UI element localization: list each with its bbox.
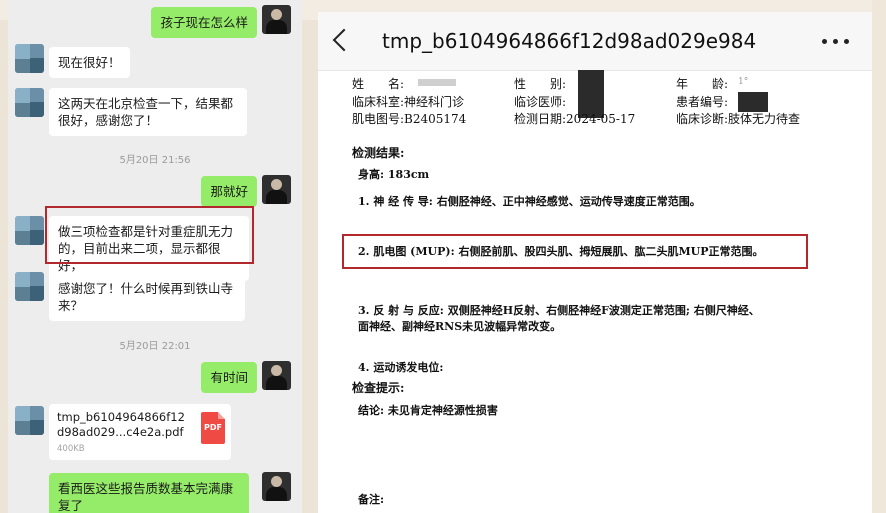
report-document[interactable]: 姓 名: 性 别: 年 龄: 1° 临床科室:神经科门诊 临诊医师: 患者编号:… xyxy=(318,70,872,513)
height-line: 身高: 183cm xyxy=(358,168,430,181)
hint-title: 检查提示: xyxy=(352,381,405,395)
highlight-box xyxy=(45,206,254,264)
chat-bubble-sent[interactable]: 看西医这些报告质数基本完满康复了 xyxy=(49,473,249,513)
background-right xyxy=(872,0,886,513)
result-title: 检测结果: xyxy=(352,146,405,160)
pdf-viewer[interactable]: tmp_b6104964866f12d98ad029e984 姓 名: 性 别:… xyxy=(318,12,872,513)
conclusion: 结论: 未见肯定神经源性损害 xyxy=(358,404,498,417)
chat-bubble-sent[interactable]: 那就好 xyxy=(201,176,257,207)
item-reflex: 3. 反 射 与 反应: 双侧胫神经H反射、右侧胫神经F波测定正常范围; 右侧尺… xyxy=(358,304,760,317)
chat-bubble-received[interactable]: 现在很好！ xyxy=(49,47,130,78)
more-options-icon[interactable] xyxy=(822,39,852,45)
pdf-file-icon: PDF xyxy=(201,412,225,444)
exam-date: 检测日期:2024-05-17 xyxy=(514,112,636,126)
highlight-box xyxy=(342,234,808,269)
emg-id: 肌电图号:B2405174 xyxy=(352,112,467,126)
item-nerve-conduction: 1. 神 经 传 导: 右侧胫神经、正中神经感觉、运动传导速度正常范围。 xyxy=(358,195,701,208)
viewer-title: tmp_b6104964866f12d98ad029e984 xyxy=(382,29,757,53)
my-avatar[interactable] xyxy=(262,175,291,204)
chat-bubble-sent[interactable]: 孩子现在怎么样 xyxy=(151,7,257,38)
viewer-header: tmp_b6104964866f12d98ad029e984 xyxy=(318,12,872,71)
contact-avatar[interactable] xyxy=(15,88,44,117)
file-size: 400KB xyxy=(57,444,85,454)
redacted-name xyxy=(418,79,456,86)
diagnosis: 临床诊断:肢体无力待查 xyxy=(676,112,801,126)
file-name: tmp_b6104964866f12 d98ad029...c4e2a.pdf xyxy=(57,410,185,439)
item-motor-evoked: 4. 运动诱发电位: xyxy=(358,361,444,374)
chat-timestamp: 5月20日 21:56 xyxy=(119,155,191,166)
back-arrow-icon[interactable] xyxy=(332,28,356,52)
redacted-patient-id xyxy=(738,92,768,112)
age-label: 年 龄: xyxy=(676,77,729,91)
patient-id-label: 患者编号: xyxy=(676,95,729,109)
chat-bubble-received[interactable]: 感谢您了！什么时候再到铁山寺来？ xyxy=(49,273,245,321)
my-avatar[interactable] xyxy=(262,5,291,34)
chat-timestamp: 5月20日 22:01 xyxy=(119,341,191,352)
my-avatar[interactable] xyxy=(262,472,291,501)
contact-avatar[interactable] xyxy=(15,406,44,435)
age-value: 1° xyxy=(738,77,749,87)
contact-avatar[interactable] xyxy=(15,216,44,245)
department: 临床科室:神经科门诊 xyxy=(352,95,465,109)
sex-label: 性 别: xyxy=(514,77,567,91)
doctor-label: 临诊医师: xyxy=(514,95,567,109)
chat-bubble-received[interactable]: 这两天在北京检查一下，结果都很好，感谢您了！ xyxy=(49,88,247,136)
file-message[interactable]: tmp_b6104964866f12 d98ad029...c4e2a.pdf … xyxy=(49,404,231,460)
item-reflex-cont: 面神经、副神经RNS未见波幅异常改变。 xyxy=(358,320,562,333)
contact-avatar[interactable] xyxy=(15,272,44,301)
chat-panel[interactable]: 孩子现在怎么样 现在很好！ 这两天在北京检查一下，结果都很好，感谢您了！ 5月2… xyxy=(8,0,302,513)
name-label: 姓 名: xyxy=(352,77,405,91)
chat-bubble-sent[interactable]: 有时间 xyxy=(201,362,257,393)
contact-avatar[interactable] xyxy=(15,44,44,73)
remarks: 备注: xyxy=(358,493,385,506)
my-avatar[interactable] xyxy=(262,361,291,390)
